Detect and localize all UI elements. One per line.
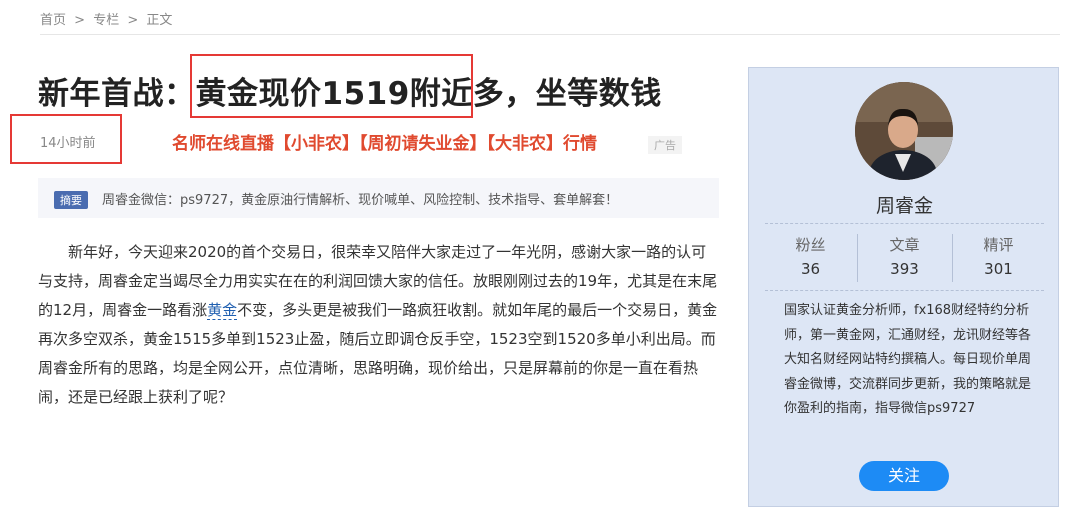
stat-label: 粉丝 [795, 236, 826, 254]
ad-link[interactable]: 名师在线直播【小非农】【周初请失业金】【大非农】行情 [172, 129, 597, 154]
stat-articles: 文章 393 [853, 234, 956, 278]
author-name[interactable]: 周睿金 [749, 191, 1060, 218]
summary-tag: 摘要 [54, 191, 88, 209]
title-suffix: ，坐等数钱 [504, 76, 662, 112]
breadcrumb-column[interactable]: 专栏 [93, 13, 119, 28]
avatar-image [855, 82, 953, 180]
avatar[interactable] [855, 82, 953, 180]
stat-label: 文章 [889, 236, 920, 254]
summary-box: 摘要 周睿金微信：ps9727，黄金原油行情解析、现价喊单、风险控制、技术指导、… [38, 178, 719, 218]
author-bio: 国家认证黄金分析师，fx168财经特约分析师，第一黄金网，汇通财经，龙讯财经等各… [784, 303, 1032, 416]
title-prefix: 新年首战： [38, 76, 196, 112]
ad-badge: 广告 [648, 136, 682, 154]
stat-value: 36 [800, 260, 821, 278]
header-divider [40, 34, 1060, 35]
article-body: 新年好，今天迎来2020的首个交易日，很荣幸又陪伴大家走过了一年光阴，感谢大家一… [38, 238, 719, 412]
article-paragraph: 新年好，今天迎来2020的首个交易日，很荣幸又陪伴大家走过了一年光阴，感谢大家一… [38, 238, 719, 412]
author-card: 周睿金 粉丝 36 文章 393 精评 301 国家认证黄金分析师，fx168财… [748, 67, 1059, 507]
stat-label: 精评 [983, 236, 1014, 254]
divider [765, 290, 1044, 291]
breadcrumb-separator: > [74, 13, 86, 28]
breadcrumb-current: 正文 [146, 13, 173, 28]
stat-fans: 粉丝 36 [759, 234, 862, 278]
breadcrumb: 首页 > 专栏 > 正文 [40, 9, 176, 28]
divider [765, 223, 1044, 224]
stat-value: 393 [890, 260, 919, 278]
keyword-link[interactable]: 黄金 [207, 301, 238, 320]
follow-button[interactable]: 关注 [859, 461, 949, 491]
publish-time: 14小时前 [40, 136, 96, 151]
breadcrumb-home[interactable]: 首页 [40, 13, 66, 28]
breadcrumb-separator: > [127, 13, 139, 28]
stat-value: 301 [984, 260, 1013, 278]
stat-featured: 精评 301 [947, 234, 1050, 278]
title-highlight-box [190, 54, 473, 118]
summary-text: 周睿金微信：ps9727，黄金原油行情解析、现价喊单、风险控制、技术指导、套单解… [102, 193, 619, 208]
